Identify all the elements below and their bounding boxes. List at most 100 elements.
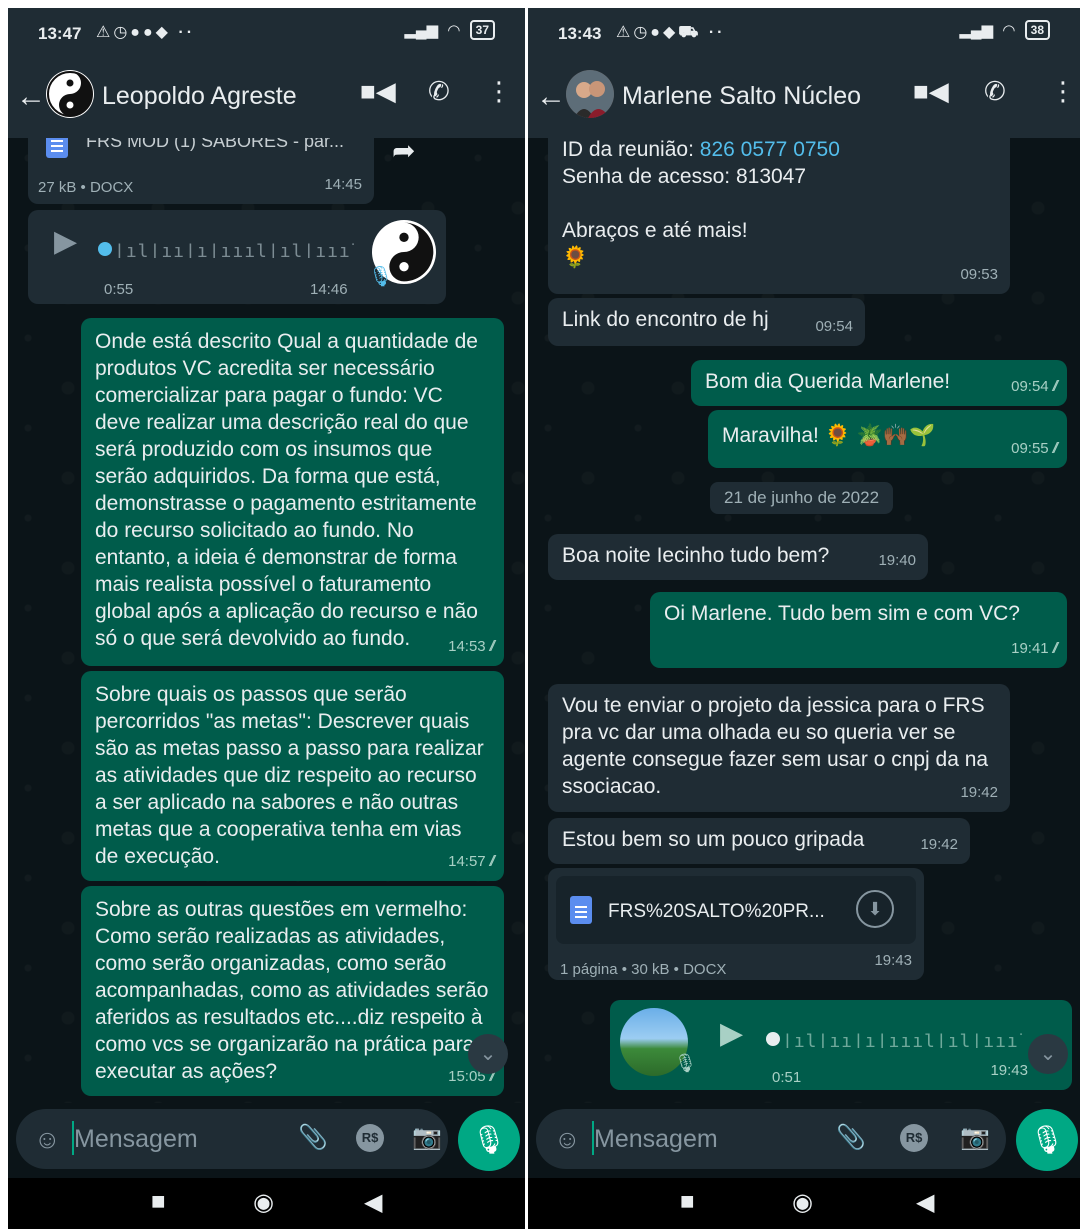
message-text: Onde está descrito Qual a quantidade de …	[95, 330, 478, 650]
play-icon[interactable]: ▶	[54, 227, 77, 257]
scroll-down-icon[interactable]: ⌄	[468, 1034, 508, 1074]
contact-name[interactable]: Leopoldo Agreste	[102, 82, 297, 111]
scroll-down-icon[interactable]: ⌄	[1028, 1034, 1068, 1074]
audio-waveform[interactable]: |ıl|ıı|ı|ıııl|ıl|ıııl|l|ıııııl|ı|	[114, 238, 354, 258]
contact-avatar[interactable]	[46, 70, 94, 118]
voice-record-button[interactable]: 🎙	[1016, 1109, 1078, 1171]
message-input-box[interactable]: ☺ Mensagem 📎 R$ 📷	[536, 1109, 1006, 1169]
read-ticks-icon: //	[1052, 378, 1059, 395]
camera-icon[interactable]: 📷	[412, 1123, 442, 1152]
meeting-id-line: ID da reunião: 826 0577 0750	[562, 138, 996, 163]
status-bar: 13:43 ⚠◷●◆⛟ ·· ▂▄▆ ◠ 38	[528, 8, 1080, 58]
playback-position[interactable]	[766, 1032, 780, 1046]
yin-yang-icon	[47, 71, 93, 117]
composer: ☺ Mensagem 📎 R$ 📷 🎙	[528, 1103, 1080, 1173]
message-time: 19:43	[990, 1062, 1028, 1079]
more-options-icon[interactable]: ⋮	[486, 76, 512, 107]
meeting-id-link[interactable]: 826 0577 0750	[700, 138, 840, 161]
payment-icon[interactable]: R$	[900, 1124, 928, 1152]
document-card[interactable]: FRS%20SALTO%20PR... ⬇	[556, 876, 916, 944]
attach-icon[interactable]: 📎	[298, 1123, 328, 1152]
document-message[interactable]: FRS%20SALTO%20PR... ⬇ 1 página • 30 kB •…	[548, 868, 924, 980]
battery-icon: 37	[469, 20, 495, 40]
meeting-password: Senha de acesso: 813047	[562, 165, 807, 188]
message-text: Boa noite Iecinho tudo bem?	[562, 544, 830, 567]
back-nav-icon[interactable]: ◀	[916, 1188, 934, 1217]
message-time: 19:42	[920, 836, 958, 853]
message-time: 14:45	[324, 176, 362, 193]
forward-icon[interactable]: ➦	[392, 138, 415, 167]
back-arrow-icon[interactable]: ←	[536, 80, 566, 114]
back-arrow-icon[interactable]: ←	[16, 80, 46, 114]
home-icon[interactable]: ◉	[792, 1188, 813, 1217]
status-bar: 13:47 ⚠◷●●◆ ·· ▂▄▆ ◠ 37	[8, 8, 525, 58]
emoji-icon[interactable]: ☺	[554, 1124, 581, 1155]
voice-message[interactable]: 🎙 ▶ |ıl|ıı|ı|ıııl|ıl|ıııl|l|ıııııl|ı| 0:…	[610, 1000, 1072, 1090]
notification-icons: ⚠◷●◆⛟ ··	[616, 24, 726, 41]
phone-call-icon[interactable]: ✆	[984, 76, 1006, 107]
incoming-message[interactable]: Link do encontro de hj 09:54	[548, 298, 865, 346]
back-nav-icon[interactable]: ◀	[364, 1188, 382, 1217]
camera-icon[interactable]: 📷	[960, 1123, 990, 1152]
message-time: 19:41	[1011, 640, 1049, 657]
farewell-text: Abraços e até mais!	[562, 219, 748, 242]
outgoing-message[interactable]: Maravilha! 🌻 🪴🙌🏾🌱 09:55//	[708, 410, 1067, 468]
download-icon[interactable]: ⬇	[856, 890, 894, 928]
contact-avatar[interactable]	[566, 70, 614, 118]
message-input[interactable]: Mensagem	[74, 1125, 198, 1154]
message-time: 09:53	[960, 266, 998, 283]
attach-icon[interactable]: 📎	[836, 1123, 866, 1152]
wifi-icon: ◠	[448, 22, 460, 39]
payment-icon[interactable]: R$	[356, 1124, 384, 1152]
message-text: Vou te enviar o projeto da jessica para …	[562, 694, 989, 798]
document-icon	[46, 138, 68, 158]
incoming-message[interactable]: Vou te enviar o projeto da jessica para …	[548, 684, 1010, 812]
outgoing-message[interactable]: Oi Marlene. Tudo bem sim e com VC? 19:41…	[650, 592, 1067, 668]
incoming-message[interactable]: ID da reunião: 826 0577 0750 Senha de ac…	[548, 138, 1010, 294]
contact-name[interactable]: Marlene Salto Núcleo	[622, 82, 861, 111]
read-ticks-icon: //	[489, 638, 496, 655]
voice-message[interactable]: ▶ |ıl|ıı|ı|ıııl|ıl|ıııl|l|ıııııl|ı| 0:55…	[28, 210, 446, 304]
message-text: Sobre as outras questões em vermelho: Co…	[95, 898, 489, 1083]
couple-photo-icon	[566, 70, 614, 118]
message-time: 14:57	[448, 853, 486, 870]
home-icon[interactable]: ◉	[253, 1188, 274, 1217]
message-input-box[interactable]: ☺ Mensagem 📎 R$ 📷	[16, 1109, 448, 1169]
message-time: 09:54	[815, 318, 853, 335]
read-ticks-icon: //	[1052, 640, 1059, 657]
phone-call-icon[interactable]: ✆	[428, 76, 450, 107]
incoming-message[interactable]: Estou bem so um pouco gripada 19:42	[548, 818, 970, 864]
audio-duration: 0:51	[772, 1069, 802, 1086]
recents-icon[interactable]: ■	[151, 1188, 166, 1216]
audio-waveform[interactable]: |ıl|ıı|ı|ıııl|ıl|ıııl|l|ıııııl|ı|	[782, 1028, 1022, 1048]
message-time: 09:55	[1011, 440, 1049, 457]
incoming-message[interactable]: Boa noite Iecinho tudo bem? 19:40	[548, 534, 928, 580]
system-icons: ▂▄▆ ◠ 38	[959, 20, 1050, 40]
system-icons: ▂▄▆ ◠ 37	[404, 20, 495, 40]
message-meta: 09:55//	[1011, 435, 1058, 462]
message-time: 19:43	[874, 952, 912, 969]
document-message[interactable]: FRS MOD (1) SABORES - par... 27 kB • DOC…	[28, 138, 374, 204]
clock: 13:43	[558, 24, 602, 43]
video-call-icon[interactable]: ■◀	[360, 76, 396, 107]
message-meta: 14:53//	[448, 633, 496, 660]
message-time: 14:53	[448, 638, 486, 655]
message-time: 19:40	[878, 552, 916, 569]
more-options-icon[interactable]: ⋮	[1050, 76, 1076, 107]
outgoing-message[interactable]: Onde está descrito Qual a quantidade de …	[81, 318, 504, 666]
recents-icon[interactable]: ■	[680, 1188, 695, 1216]
message-list[interactable]: FRS MOD (1) SABORES - par... 27 kB • DOC…	[8, 138, 525, 1103]
play-icon[interactable]: ▶	[720, 1019, 743, 1049]
outgoing-message[interactable]: Bom dia Querida Marlene! 09:54//	[691, 360, 1067, 406]
message-text: Maravilha! 🌻 🪴🙌🏾🌱	[722, 424, 936, 447]
mic-icon: 🎙	[674, 1053, 697, 1073]
playback-position[interactable]	[98, 242, 112, 256]
video-call-icon[interactable]: ■◀	[913, 76, 949, 107]
outgoing-message[interactable]: Sobre quais os passos que serão percorri…	[81, 671, 504, 881]
clock: 13:47	[38, 24, 82, 43]
message-list[interactable]: ID da reunião: 826 0577 0750 Senha de ac…	[528, 138, 1080, 1103]
voice-record-button[interactable]: 🎙	[458, 1109, 520, 1171]
outgoing-message[interactable]: Sobre as outras questões em vermelho: Co…	[81, 886, 504, 1096]
message-input[interactable]: Mensagem	[594, 1125, 718, 1154]
emoji-icon[interactable]: ☺	[34, 1124, 61, 1155]
